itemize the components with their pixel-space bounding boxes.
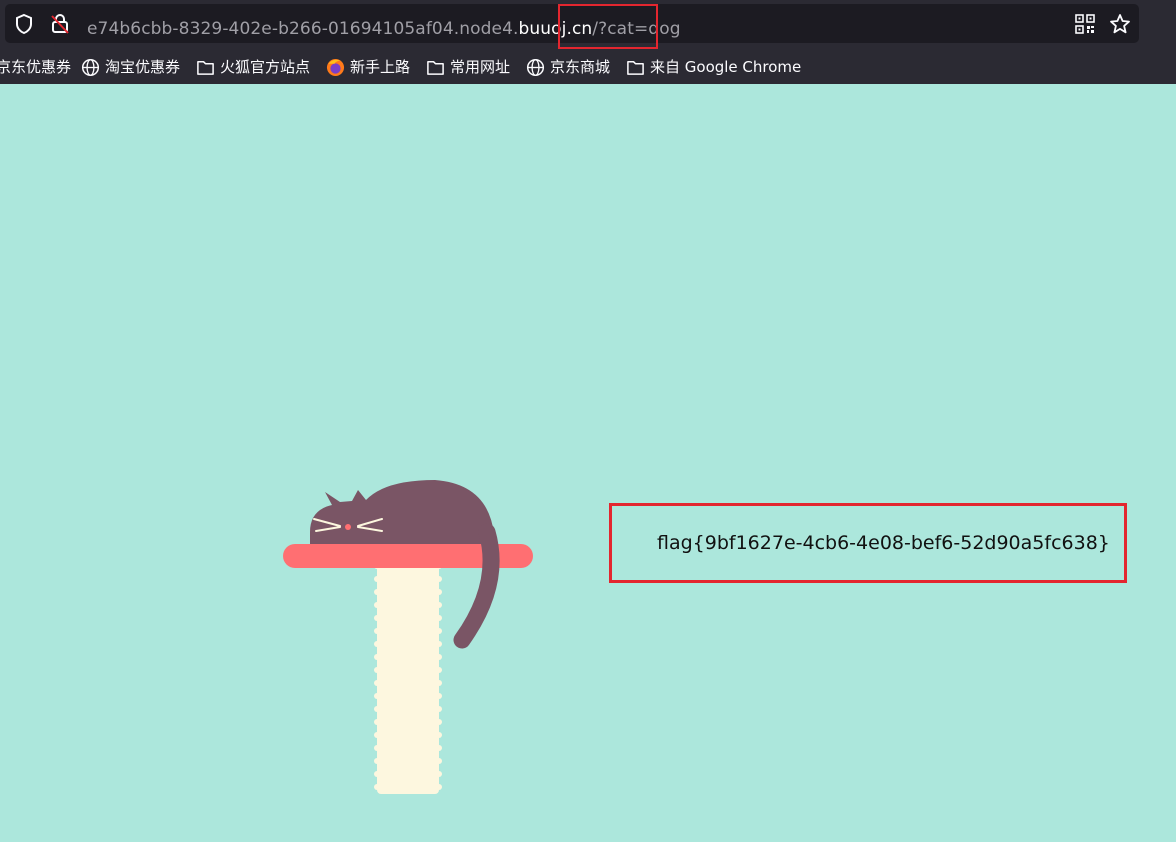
- post-scallop: [436, 745, 442, 751]
- post-scallop: [374, 693, 380, 699]
- post-scallop: [436, 667, 442, 673]
- qr-code-icon[interactable]: [1075, 14, 1095, 38]
- folder-icon: [197, 60, 214, 75]
- bookmark-item[interactable]: 来自 Google Chrome: [626, 55, 801, 79]
- folder-icon: [427, 60, 444, 75]
- bookmark-label: 常用网址: [450, 58, 511, 76]
- bookmark-item[interactable]: 常用网址: [426, 55, 510, 79]
- folder-icon: [627, 60, 644, 75]
- post-scallop: [374, 680, 380, 686]
- bookmark-label: 火狐官方站点: [220, 58, 311, 76]
- post-scallop: [436, 771, 442, 777]
- bookmarks-toolbar: 京东优惠券 淘宝优惠券 火狐官方站点 新手上路 常用网址 京东商城 来自 Goo…: [0, 50, 1176, 84]
- cat-icon: [310, 480, 494, 546]
- post-scallop: [374, 719, 380, 725]
- browser-toolbar: e74b6cbb-8329-402e-b266-01694105af04.nod…: [0, 0, 1176, 84]
- bookmark-label: 京东商城: [550, 58, 611, 76]
- bookmark-label: 京东优惠券: [0, 58, 72, 76]
- post-scallop: [374, 706, 380, 712]
- post-scallop: [374, 641, 380, 647]
- post-scallop: [374, 628, 380, 634]
- post-scallop: [436, 654, 442, 660]
- post-scallop: [436, 628, 442, 634]
- post-scallop: [374, 602, 380, 608]
- bookmark-item[interactable]: 京东商城: [526, 55, 610, 79]
- bookmark-star-icon[interactable]: [1109, 13, 1131, 39]
- post-scallop: [436, 641, 442, 647]
- bookmark-item[interactable]: 新手上路: [326, 55, 410, 79]
- post-scallop: [436, 719, 442, 725]
- post-scallop: [374, 758, 380, 764]
- bookmark-label: 新手上路: [350, 58, 411, 76]
- firefox-icon: [326, 58, 345, 76]
- post-scallop: [436, 576, 442, 582]
- bookmark-label: 来自 Google Chrome: [650, 58, 802, 76]
- post-scallop: [374, 667, 380, 673]
- post-scallop: [374, 745, 380, 751]
- post-scallop: [436, 680, 442, 686]
- bookmark-item[interactable]: 火狐官方站点: [196, 55, 310, 79]
- url-query-highlight-box: [558, 4, 658, 49]
- flag-text: flag{9bf1627e-4cb6-4e08-bef6-52d90a5fc63…: [657, 532, 1110, 554]
- post-scallop: [374, 784, 380, 790]
- url-path-prefix: e74b6cbb-8329-402e-b266-01694105af04.nod…: [87, 19, 519, 39]
- post-scallop: [436, 615, 442, 621]
- page-content: flag{9bf1627e-4cb6-4e08-bef6-52d90a5fc63…: [0, 84, 1176, 842]
- post-scallop: [374, 771, 380, 777]
- post-scallop: [374, 589, 380, 595]
- sleeping-cat-illustration: [283, 480, 533, 794]
- post-scallop: [436, 693, 442, 699]
- post-scallop: [436, 784, 442, 790]
- post-scallop: [374, 615, 380, 621]
- post-scallop: [374, 654, 380, 660]
- bookmark-label: 淘宝优惠券: [105, 58, 181, 76]
- bookmark-item[interactable]: 淘宝优惠券: [81, 55, 180, 79]
- globe-icon: [81, 58, 100, 76]
- globe-icon: [526, 58, 545, 76]
- post-scallop: [436, 602, 442, 608]
- post-scallop: [436, 732, 442, 738]
- shield-icon[interactable]: [14, 13, 34, 39]
- post-scallop: [436, 706, 442, 712]
- scratching-post: [374, 560, 442, 794]
- insecure-lock-icon[interactable]: [49, 13, 71, 39]
- post-scallop: [436, 758, 442, 764]
- post-scallop: [374, 576, 380, 582]
- post-scallop: [374, 732, 380, 738]
- bookmark-item[interactable]: 京东优惠券: [0, 55, 71, 79]
- post-scallop: [436, 589, 442, 595]
